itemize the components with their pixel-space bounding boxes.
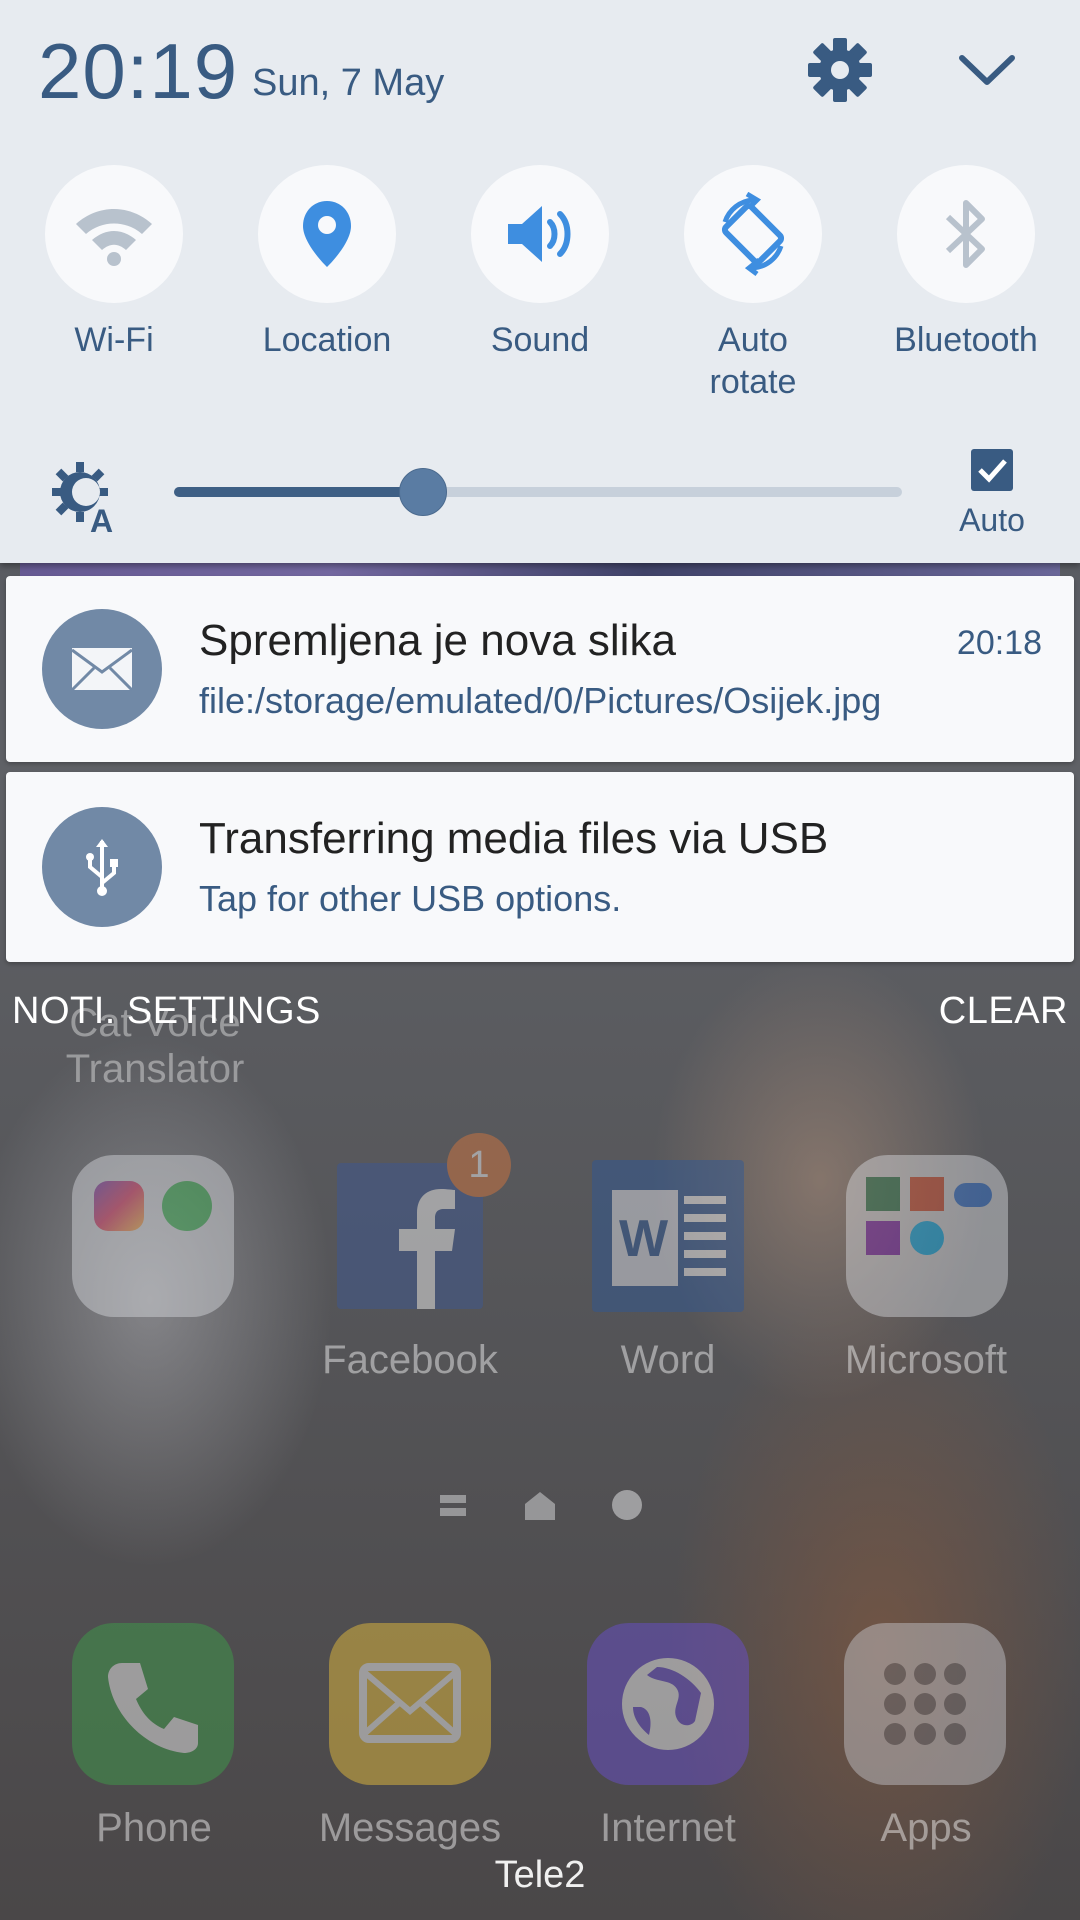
toggle-wifi-label: Wi-Fi	[74, 321, 154, 359]
auto-brightness-checkbox[interactable]	[971, 449, 1013, 491]
auto-rotate-label-line1: Auto	[718, 321, 788, 359]
svg-text:A: A	[90, 503, 113, 532]
brightness-slider[interactable]	[174, 468, 902, 516]
toggle-auto-rotate-label: Auto rotate	[653, 319, 853, 403]
date[interactable]: Sun, 7 May	[252, 62, 444, 105]
auto-brightness-label: Auto	[959, 502, 1025, 538]
phone-icon[interactable]	[72, 1623, 234, 1785]
clear-notifications-button[interactable]: CLEAR	[939, 990, 1068, 1033]
quick-panel: 20:19 Sun, 7 May Wi-Fi Location Sound Au…	[0, 0, 1080, 563]
apps-label: Apps	[880, 1806, 972, 1850]
toggle-wifi[interactable]: Wi-Fi	[14, 165, 214, 361]
bluetooth-icon	[897, 165, 1035, 303]
toggle-bluetooth[interactable]: Bluetooth	[866, 165, 1066, 361]
speaker-icon	[471, 165, 609, 303]
notification-body: file:/storage/emulated/0/Pictures/Osijek…	[199, 680, 882, 721]
notification-title: Spremljena je nova slika	[199, 616, 676, 665]
brightness-auto-icon: A	[52, 462, 124, 539]
brightness-slider-thumb[interactable]	[398, 468, 447, 516]
apps-grid-icon[interactable]	[844, 1623, 1006, 1785]
messages-icon[interactable]	[329, 1623, 491, 1785]
toggle-auto-rotate[interactable]: Auto rotate	[653, 165, 853, 403]
word-label: Word	[620, 1338, 716, 1382]
widget-label-line2: Translator	[65, 1047, 245, 1091]
notification-time: 20:18	[956, 624, 1042, 662]
social-folder-icon[interactable]	[72, 1155, 234, 1317]
current-page-indicator-icon[interactable]	[612, 1490, 642, 1520]
toggle-location-label: Location	[262, 321, 392, 359]
notification-body: Tap for other USB options.	[199, 878, 622, 919]
facebook-label: Facebook	[322, 1338, 498, 1382]
notification-saved-image[interactable]: Spremljena je nova slika 20:18 file:/sto…	[6, 576, 1074, 762]
svg-text:W: W	[619, 1210, 669, 1268]
toggle-sound-label: Sound	[490, 321, 590, 359]
page-list-indicator-icon[interactable]	[440, 1493, 466, 1519]
auto-rotate-label-line2: rotate	[709, 363, 797, 401]
internet-label: Internet	[600, 1806, 736, 1850]
toggle-bluetooth-label: Bluetooth	[894, 321, 1038, 359]
wifi-icon	[45, 165, 183, 303]
facebook-badge: 1	[447, 1133, 511, 1197]
toggle-sound[interactable]: Sound	[440, 165, 640, 361]
notification-settings-button[interactable]: NOTI. SETTINGS	[12, 990, 321, 1033]
toggle-location[interactable]: Location	[227, 165, 427, 361]
auto-rotate-icon	[684, 165, 822, 303]
home-page-indicator-icon[interactable]	[525, 1492, 555, 1520]
usb-icon	[42, 807, 162, 927]
messages-label: Messages	[318, 1806, 502, 1850]
carrier-label: Tele2	[494, 1854, 586, 1896]
brightness-slider-fill	[174, 487, 422, 497]
phone-label: Phone	[96, 1806, 212, 1850]
settings-gear-icon[interactable]	[806, 36, 874, 104]
location-pin-icon	[258, 165, 396, 303]
notification-title: Transferring media files via USB	[199, 814, 829, 863]
clock: 20:19	[38, 27, 239, 115]
microsoft-folder-icon[interactable]	[846, 1155, 1008, 1317]
notification-usb[interactable]: Transferring media files via USB Tap for…	[6, 772, 1074, 962]
mail-icon	[42, 609, 162, 729]
chevron-down-icon[interactable]	[952, 40, 1022, 100]
microsoft-label: Microsoft	[844, 1338, 1008, 1382]
internet-icon[interactable]	[587, 1623, 749, 1785]
word-icon[interactable]: W	[592, 1160, 744, 1312]
